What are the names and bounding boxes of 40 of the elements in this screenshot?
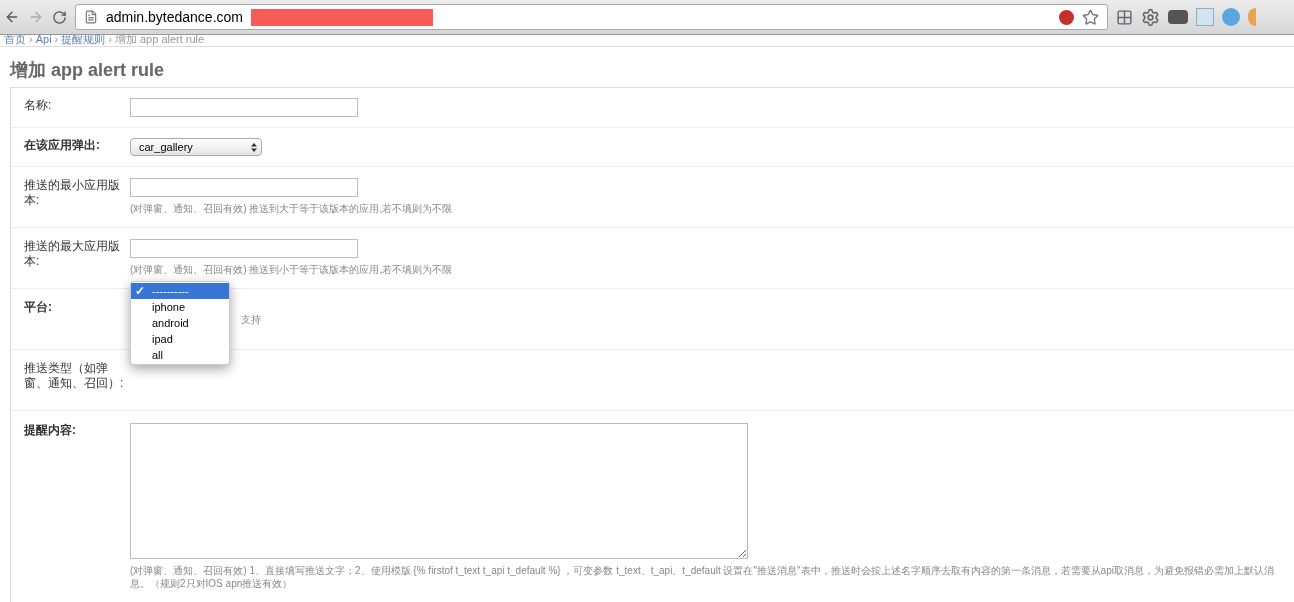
star-icon[interactable] bbox=[1082, 8, 1099, 26]
back-icon[interactable] bbox=[4, 9, 20, 25]
breadcrumb-separator: › bbox=[54, 35, 59, 45]
dropdown-option[interactable]: all bbox=[131, 347, 229, 363]
text-field[interactable] bbox=[130, 178, 358, 197]
grid-icon[interactable] bbox=[1116, 8, 1133, 26]
extension-icon[interactable] bbox=[1168, 10, 1188, 24]
extension-icon[interactable] bbox=[1196, 8, 1214, 26]
app-select[interactable]: car_gallery bbox=[130, 138, 262, 156]
field-label: 在该应用弹出: bbox=[24, 138, 101, 154]
stop-sign-icon[interactable] bbox=[1059, 9, 1074, 25]
extension-icon[interactable] bbox=[1248, 8, 1256, 26]
field-label: 提醒内容: bbox=[24, 423, 77, 439]
breadcrumb-separator: › bbox=[108, 35, 112, 45]
help-text: (对弹窗、通知、召回有效) 推送到小于等于该版本的应用,若不填则为不限 bbox=[130, 263, 453, 276]
breadcrumb-link[interactable]: Api bbox=[35, 35, 52, 45]
field-label: 推送类型（如弹窗、通知、召回）: bbox=[24, 361, 125, 392]
address-bar[interactable]: admin.bytedance.com bbox=[75, 4, 1108, 30]
dropdown-option[interactable]: ipad bbox=[131, 331, 229, 347]
dropdown-option[interactable]: android bbox=[131, 315, 229, 331]
forward-icon[interactable] bbox=[28, 9, 44, 25]
help-text: (对弹窗、通知、召回有效) 推送到大于等于该版本的应用,若不填则为不限 bbox=[130, 202, 453, 215]
field-label: 推送的最小应用版本: bbox=[24, 178, 121, 209]
updown-icon bbox=[251, 142, 257, 152]
gear-icon[interactable] bbox=[1141, 7, 1160, 27]
text-field[interactable] bbox=[130, 98, 358, 117]
page-title: 增加 app alert rule bbox=[8, 59, 166, 82]
text-field[interactable] bbox=[130, 239, 358, 258]
breadcrumb-separator: › bbox=[29, 35, 33, 45]
dropdown-option[interactable]: iphone bbox=[131, 299, 229, 315]
field-label: 推送的最大应用版本: bbox=[24, 239, 121, 270]
help-text: 支持 bbox=[241, 313, 261, 326]
field-label: 名称: bbox=[24, 98, 53, 114]
field-label: 平台: bbox=[24, 300, 53, 316]
url-text: admin.bytedance.com bbox=[106, 7, 243, 27]
reload-icon[interactable] bbox=[52, 9, 67, 25]
page-icon bbox=[84, 10, 98, 24]
extension-icon[interactable] bbox=[1222, 8, 1240, 26]
dropdown-option[interactable]: ✓ ---------- bbox=[131, 283, 229, 299]
help-text: (对弹窗、通知、召回有效) 1、直接填写推送文字；2、使用模版 {% firstof t_text t_api t_default %} ，可变参数 t_text、t_api、t_default 设置在"推送消息"表中，推送时会按上述名字顺序去取有内容的第一条消息，若需要从api取消息，为避免报错必需加上默认消息。（规则2只对IOS apn推送有效） bbox=[130, 564, 1275, 590]
